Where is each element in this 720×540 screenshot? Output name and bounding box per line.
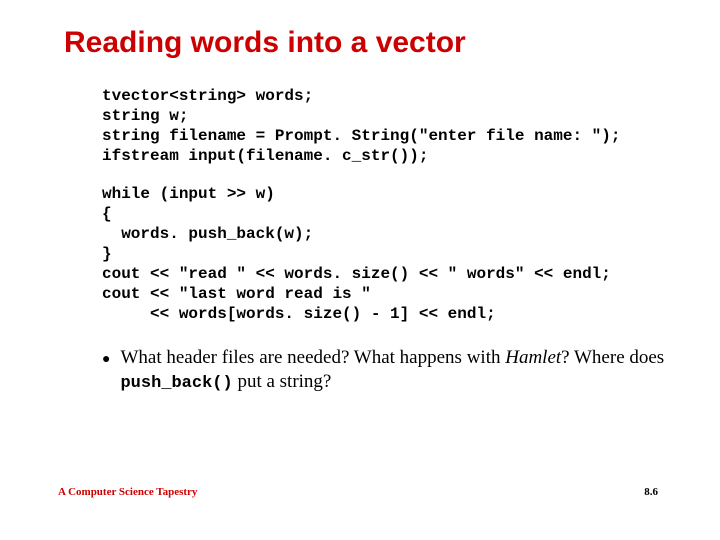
slide: Reading words into a vector tvector<stri… [0,0,720,540]
bullet-mid: ? Where does [561,347,664,368]
footer-right: 8.6 [644,486,658,498]
code-block-2: while (input >> w) { words. push_back(w)… [102,184,676,324]
slide-title: Reading words into a vector [64,26,676,60]
bullet-suffix: put a string? [233,371,332,392]
code-gap [44,166,676,184]
bullet-dot-icon: ● [102,350,110,366]
bullet-prefix: What header files are needed? What happe… [120,347,505,368]
footer-left: A Computer Science Tapestry [58,486,197,498]
bullet-text: What header files are needed? What happe… [120,346,676,394]
bullet-mono: push_back() [120,374,232,393]
bullet-italic: Hamlet [505,347,561,368]
code-block-1: tvector<string> words; string w; string … [102,86,676,166]
bullet-item: ● What header files are needed? What hap… [102,346,676,394]
